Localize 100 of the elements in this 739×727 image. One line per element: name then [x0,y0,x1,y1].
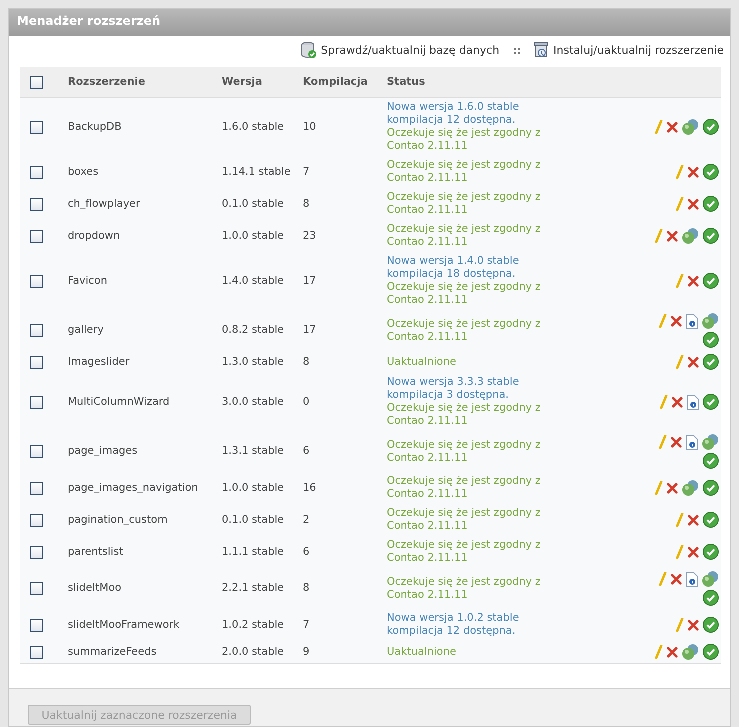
delete-icon[interactable] [667,230,678,242]
row-checkbox[interactable] [30,274,43,288]
version-cell: 1.3.0 stable [222,356,284,368]
extension-name: MultiColumnWizard [68,396,170,408]
delete-icon[interactable] [671,436,682,448]
extension-name: page_images [68,445,138,457]
build-cell: 17 [303,324,316,336]
row-checkbox[interactable] [30,445,43,458]
checkmark-icon[interactable] [703,590,719,606]
spheres-icon[interactable] [682,644,699,660]
spheres-icon[interactable] [702,313,719,329]
delete-icon[interactable] [667,122,678,132]
checkmark-icon[interactable] [703,119,719,135]
row-checkbox[interactable] [30,514,43,526]
row-checkbox[interactable] [30,396,43,408]
status-note: Oczekuje się że jest zgodny z Contao 2.11.11 [387,576,542,602]
row-checkbox[interactable] [30,198,43,210]
status-note: Oczekuje się że jest zgodny z Contao 2.11.11 [387,318,542,344]
build-cell: 7 [303,618,310,630]
delete-icon[interactable] [688,198,699,210]
info-document-icon[interactable] [687,394,699,410]
status-note: Oczekuje się że jest zgodny z Contao 2.11.11 [387,191,542,217]
checkmark-icon[interactable] [703,544,719,560]
build-cell: 10 [303,120,316,132]
column-header: Kompilacja [303,76,368,88]
spheres-icon[interactable] [702,571,719,587]
checkmark-icon[interactable] [703,273,719,289]
version-cell: 3.0.0 stable [222,396,284,408]
checkmark-icon[interactable] [703,480,719,496]
row-checkbox[interactable] [30,356,43,368]
package-icon[interactable] [534,42,550,59]
database-icon[interactable] [301,42,318,59]
version-cell: 0.1.0 stable [222,198,284,210]
extension-name: dropdown [68,230,120,242]
checkmark-icon[interactable] [703,196,719,212]
version-cell: 0.8.2 stable [222,324,284,336]
row-checkbox[interactable] [30,324,43,337]
update-notice: Nowa wersja 1.6.0 stable kompilacja 12 dostępna. [387,101,520,127]
toolbar-link[interactable]: Instaluj/uaktualnij rozszerzenie [554,44,724,57]
extension-name: gallery [68,324,104,336]
toolbar-link[interactable]: Sprawdź/uaktualnij bazę danych [321,44,500,57]
build-cell: 17 [303,274,316,286]
spheres-icon[interactable] [682,228,699,244]
status-note: Oczekuje się że jest zgodny z Contao 2.11.11 [387,507,542,533]
delete-icon[interactable] [671,574,682,584]
row-checkbox[interactable] [30,618,43,632]
spheres-icon[interactable] [682,480,699,496]
extension-name: Favicon [68,274,108,286]
build-cell: 0 [303,396,310,408]
info-document-icon[interactable] [686,572,698,586]
select-all-checkbox[interactable] [30,76,43,88]
version-cell: 1.0.0 stable [222,230,284,242]
checkmark-icon[interactable] [703,453,719,469]
status-note: Oczekuje się że jest zgodny z Contao 2.11.11 [387,159,542,185]
version-cell: 2.0.0 stable [222,646,284,658]
delete-icon[interactable] [667,482,678,494]
row-checkbox[interactable] [30,546,43,558]
extension-name: pagination_custom [68,514,168,526]
checkmark-icon[interactable] [703,644,719,660]
checkmark-icon[interactable] [703,164,719,180]
extension-name: Imageslider [68,356,130,368]
delete-icon[interactable] [688,546,699,558]
version-cell: 1.0.0 stable [222,482,284,494]
build-cell: 9 [303,646,310,658]
build-cell: 2 [303,514,310,526]
update-notice: Nowa wersja 3.3.3 stable kompilacja 3 dostępna. [387,376,520,402]
delete-icon[interactable] [688,166,699,178]
update-notice: Nowa wersja 1.4.0 stable kompilacja 18 dostępna. [387,255,520,281]
delete-icon[interactable] [688,514,699,526]
row-checkbox[interactable] [30,230,43,242]
row-checkbox[interactable] [30,582,43,595]
version-cell: 1.1.1 stable [222,546,284,558]
delete-icon[interactable] [672,396,683,408]
checkmark-icon[interactable] [703,228,719,244]
status-note: Oczekuje się że jest zgodny z Contao 2.11.11 [387,281,542,307]
checkmark-icon[interactable] [703,394,719,410]
info-document-icon[interactable] [686,314,698,328]
build-cell: 6 [303,546,310,558]
spheres-icon[interactable] [702,434,719,450]
checkmark-icon[interactable] [703,512,719,528]
row-checkbox[interactable] [30,646,43,658]
spheres-icon[interactable] [682,119,699,135]
delete-icon[interactable] [688,356,699,368]
delete-icon[interactable] [688,276,699,286]
status-note: Oczekuje się że jest zgodny z Contao 2.11.11 [387,438,542,464]
checkmark-icon[interactable] [703,332,719,348]
extension-name: slideItMoo [68,582,122,594]
delete-icon[interactable] [671,316,682,326]
status-note: Oczekuje się że jest zgodny z Contao 2.11.11 [387,127,542,153]
delete-icon[interactable] [667,646,678,658]
column-header: Rozszerzenie [68,76,146,88]
checkmark-icon[interactable] [703,617,719,633]
row-checkbox[interactable] [30,482,43,494]
info-document-icon[interactable] [686,434,698,450]
checkmark-icon[interactable] [703,354,719,370]
row-checkbox[interactable] [30,120,43,134]
column-header: Status [387,76,426,88]
delete-icon[interactable] [688,620,699,630]
row-checkbox[interactable] [30,166,43,178]
version-cell: 1.4.0 stable [222,274,284,286]
